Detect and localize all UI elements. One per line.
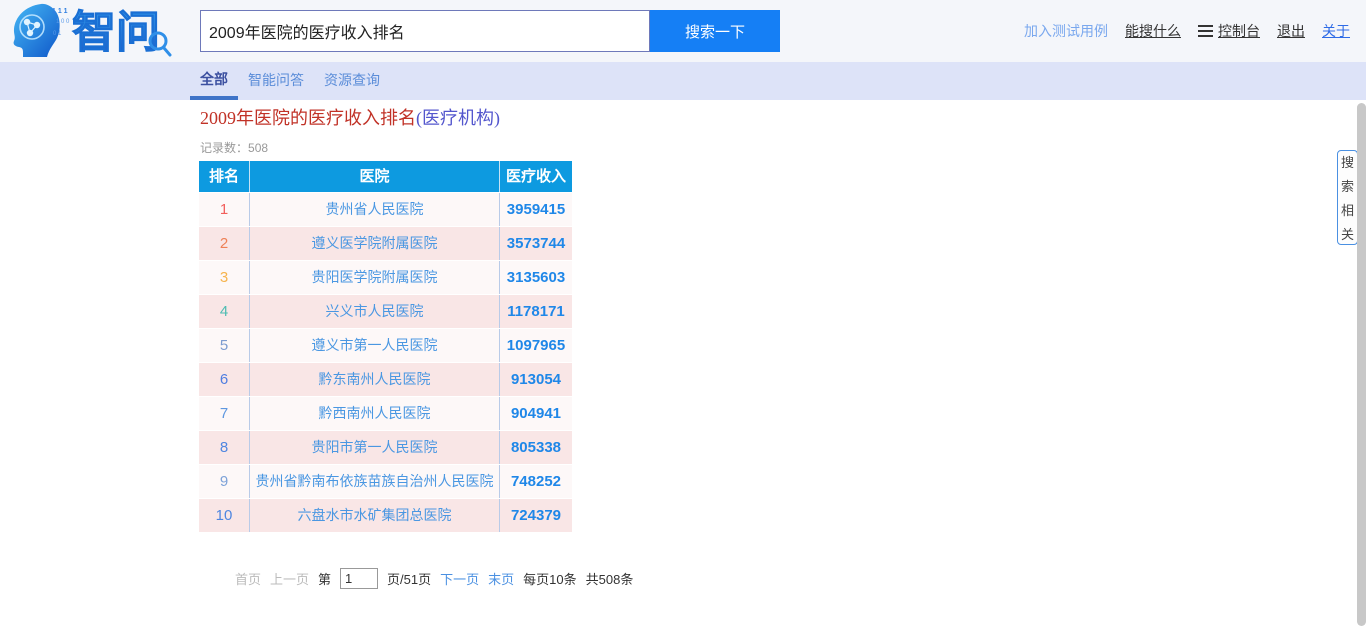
rank-cell: 3 (199, 261, 250, 294)
tab-smart-qa[interactable]: 智能问答 (238, 62, 314, 100)
table-row: 4兴义市人民医院1178171 (199, 295, 572, 329)
hospital-link[interactable]: 六盘水市水矿集团总医院 (250, 499, 500, 532)
per-page-label: 每页10条 (523, 569, 576, 588)
page-last[interactable]: 末页 (488, 569, 514, 588)
income-cell: 904941 (500, 397, 572, 430)
nav-logout[interactable]: 退出 (1277, 21, 1305, 41)
income-cell: 3573744 (500, 227, 572, 260)
logo-wordmark: 智问 (72, 8, 160, 57)
page-first[interactable]: 首页 (235, 569, 261, 588)
hospital-link[interactable]: 贵阳医学院附属医院 (250, 261, 500, 294)
tab-all[interactable]: 全部 (190, 62, 238, 100)
rank-cell: 1 (199, 193, 250, 226)
rank-cell: 8 (199, 431, 250, 464)
rank-cell: 10 (199, 499, 250, 532)
header: 1 1 1 1 0 0 0 1 智问 搜索一下 加入测试用例 能搜什么 控制台 … (0, 0, 1366, 62)
result-title-suffix: (医疗机构) (416, 108, 500, 128)
nav-about[interactable]: 关于 (1322, 21, 1350, 41)
hospital-link[interactable]: 遵义医学院附属医院 (250, 227, 500, 260)
hospital-link[interactable]: 遵义市第一人民医院 (250, 329, 500, 362)
table-row: 1贵州省人民医院3959415 (199, 193, 572, 227)
income-cell: 3135603 (500, 261, 572, 294)
page-number-input[interactable] (340, 568, 378, 589)
header-cell-rank: 排名 (199, 161, 250, 192)
nav-console[interactable]: 控制台 (1198, 21, 1260, 41)
table-row: 2遵义医学院附属医院3573744 (199, 227, 572, 261)
search-related-tab[interactable]: 搜 索 相 关 (1337, 150, 1358, 245)
nav-join-test-case[interactable]: 加入测试用例 (1024, 21, 1108, 41)
rank-cell: 5 (199, 329, 250, 362)
search-button[interactable]: 搜索一下 (650, 10, 780, 52)
hospital-link[interactable]: 黔东南州人民医院 (250, 363, 500, 396)
page: 1 1 1 1 0 0 0 1 智问 搜索一下 加入测试用例 能搜什么 控制台 … (0, 0, 1366, 626)
tab-resource-query[interactable]: 资源查询 (314, 62, 390, 100)
rank-cell: 7 (199, 397, 250, 430)
hospital-link[interactable]: 黔西南州人民医院 (250, 397, 500, 430)
rank-cell: 4 (199, 295, 250, 328)
page-label-suffix: 页/51页 (387, 569, 431, 588)
table-header: 排名 医院 医疗收入 (199, 161, 572, 193)
hospital-link[interactable]: 兴义市人民医院 (250, 295, 500, 328)
hospital-link[interactable]: 贵阳市第一人民医院 (250, 431, 500, 464)
svg-text:1 1 1: 1 1 1 (52, 8, 68, 15)
income-cell: 748252 (500, 465, 572, 498)
page-title: 2009年医院的医疗收入排名(医疗机构) (200, 104, 500, 130)
page-prev[interactable]: 上一页 (270, 569, 309, 588)
rank-cell: 9 (199, 465, 250, 498)
income-cell: 724379 (500, 499, 572, 532)
table-row: 9贵州省黔南布依族苗族自治州人民医院748252 (199, 465, 572, 499)
svg-text:1 0 0: 1 0 0 (56, 19, 70, 25)
hamburger-icon (1198, 25, 1213, 37)
nav-what-can-search[interactable]: 能搜什么 (1125, 21, 1181, 41)
tab-bar: 全部 智能问答 资源查询 (0, 62, 1366, 100)
head-brain-icon: 1 1 1 1 0 0 0 1 (14, 4, 70, 57)
rank-cell: 2 (199, 227, 250, 260)
result-title-main: 2009年医院的医疗收入排名 (200, 108, 416, 128)
pagination: 首页 上一页 第 页/51页 下一页 末页 每页10条 共508条 (235, 566, 633, 590)
table-row: 7黔西南州人民医院904941 (199, 397, 572, 431)
hospital-link[interactable]: 贵州省人民医院 (250, 193, 500, 226)
table-row: 3贵阳医学院附属医院3135603 (199, 261, 572, 295)
top-nav: 加入测试用例 能搜什么 控制台 退出 关于 (1024, 0, 1350, 62)
income-cell: 805338 (500, 431, 572, 464)
hospital-link[interactable]: 贵州省黔南布依族苗族自治州人民医院 (250, 465, 500, 498)
table-row: 6黔东南州人民医院913054 (199, 363, 572, 397)
income-cell: 1178171 (500, 295, 572, 328)
header-cell-income: 医疗收入 (500, 161, 572, 192)
table-row: 8贵阳市第一人民医院805338 (199, 431, 572, 465)
svg-text:0 1: 0 1 (53, 31, 62, 37)
page-label-prefix: 第 (318, 569, 331, 588)
table-row: 10六盘水市水矿集团总医院724379 (199, 499, 572, 533)
record-count: 记录数：508 (200, 139, 268, 156)
results-table: 排名 医院 医疗收入 1贵州省人民医院39594152遵义医学院附属医院3573… (199, 161, 572, 533)
table-row: 5遵义市第一人民医院1097965 (199, 329, 572, 363)
income-cell: 913054 (500, 363, 572, 396)
scrollbar-thumb[interactable] (1357, 103, 1366, 626)
income-cell: 1097965 (500, 329, 572, 362)
search-input[interactable] (200, 10, 650, 52)
page-next[interactable]: 下一页 (440, 569, 479, 588)
header-cell-hospital: 医院 (250, 161, 500, 192)
table-body: 1贵州省人民医院39594152遵义医学院附属医院35737443贵阳医学院附属… (199, 193, 572, 533)
total-label: 共508条 (586, 569, 634, 588)
income-cell: 3959415 (500, 193, 572, 226)
rank-cell: 6 (199, 363, 250, 396)
app-logo[interactable]: 1 1 1 1 0 0 0 1 智问 (6, 1, 178, 61)
